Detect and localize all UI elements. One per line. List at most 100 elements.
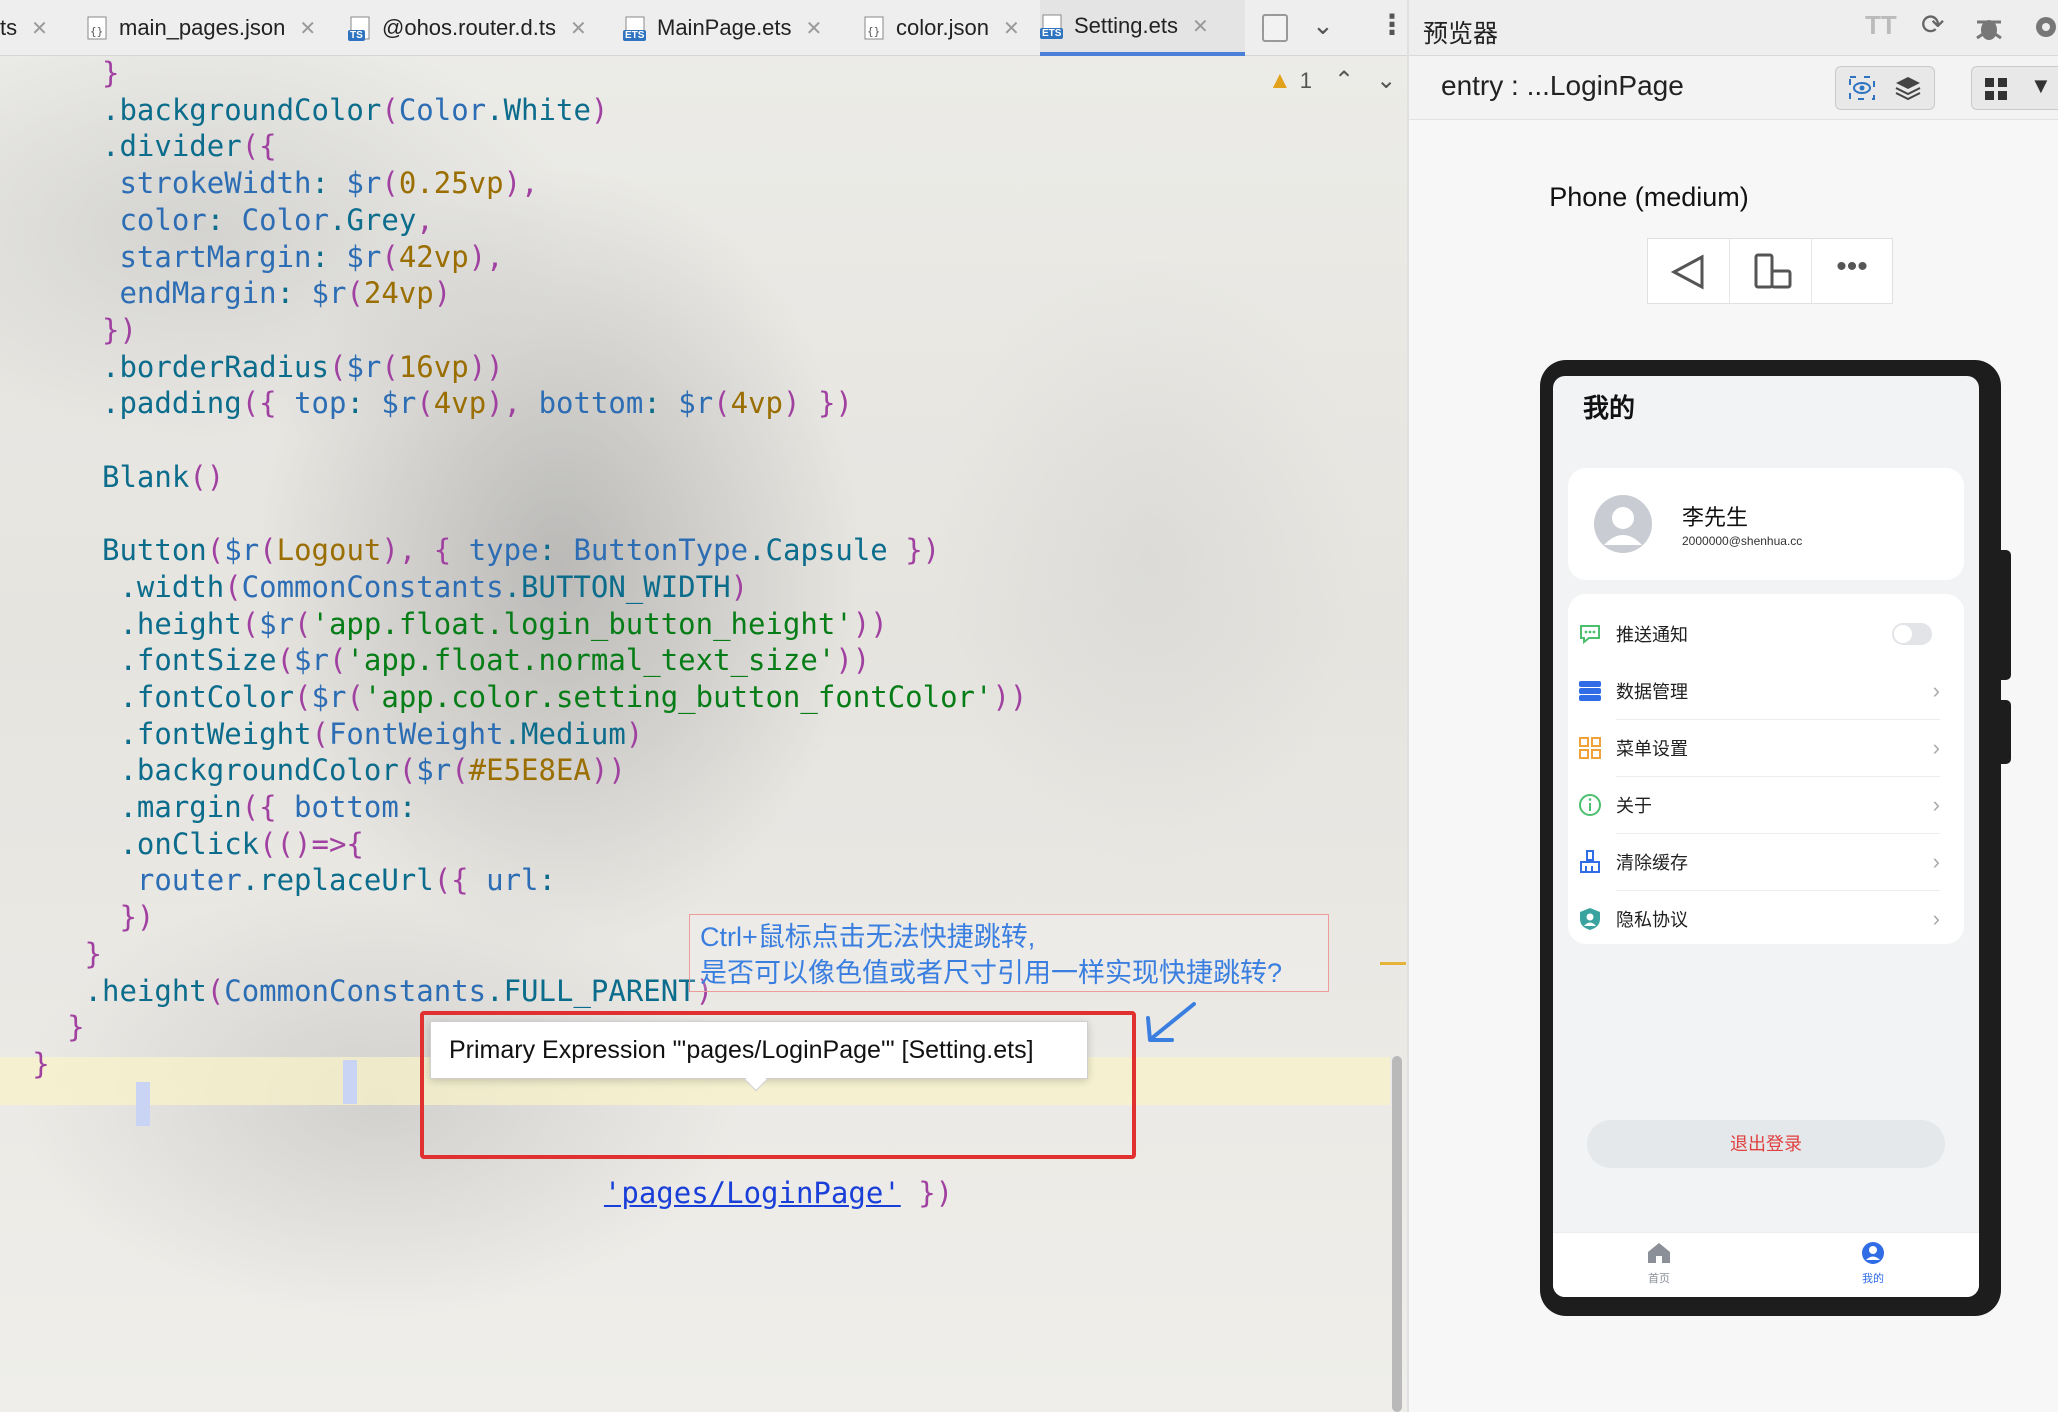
menu-item-data-management[interactable]: 数据管理 ›: [1568, 662, 1964, 719]
menu-label: 关于: [1616, 795, 1652, 816]
menu-label: 隐私协议: [1616, 909, 1688, 930]
menu-item-menu-settings[interactable]: 菜单设置 ›: [1568, 719, 1964, 776]
code-token: ): [590, 92, 609, 127]
code-token: ),: [503, 166, 539, 201]
nav-mine[interactable]: 我的: [1845, 1241, 1901, 1286]
close-icon[interactable]: ✕: [1192, 14, 1209, 39]
code-token: }): [887, 533, 941, 568]
chat-bubble-icon: [1580, 624, 1600, 644]
previewer-title: 预览器: [1423, 20, 1499, 48]
logout-button[interactable]: 退出登录: [1587, 1120, 1945, 1168]
menu-item-privacy[interactable]: 隐私协议 ›: [1568, 890, 1964, 947]
code-token: ({: [433, 863, 487, 898]
code-token: ),: [468, 239, 504, 274]
code-token: }): [119, 900, 155, 935]
svg-text:{}: {}: [867, 25, 880, 38]
code-token: (: [713, 386, 731, 421]
close-icon[interactable]: ✕: [570, 16, 587, 41]
url-close-brace: }): [900, 1176, 954, 1210]
rotate-button[interactable]: [1730, 239, 1812, 303]
json-file-icon: {}: [85, 15, 111, 41]
tab-setting-ets[interactable]: ETS Setting.ets ✕: [1040, 0, 1245, 56]
chevron-right-icon: ›: [1932, 734, 1940, 760]
rotate-device-icon: [1754, 253, 1792, 289]
menu-item-clear-cache[interactable]: 清除缓存 ›: [1568, 833, 1964, 890]
tab-label: main_pages.json: [119, 15, 286, 40]
code-token: top: [294, 386, 347, 421]
code-line[interactable]: Blank(): [102, 453, 224, 501]
svg-text:{}: {}: [90, 25, 103, 38]
tab-color-json[interactable]: {} color.json ✕: [862, 0, 1042, 56]
url-link[interactable]: 'pages/LoginPage': [604, 1176, 901, 1210]
red-highlight-box: [420, 1011, 1136, 1159]
code-token: )): [992, 679, 1028, 714]
home-icon: [1648, 1243, 1670, 1263]
code-line[interactable]: endMargin: $r(24vp): [119, 269, 451, 317]
code-token: bottom: [538, 386, 644, 421]
previewer-toolbar: entry : ...LoginPage ▼: [1409, 56, 2058, 120]
code-line[interactable]: }: [32, 1040, 49, 1088]
chevron-right-icon: ›: [1932, 905, 1940, 931]
code-line[interactable]: router.replaceUrl({ url:: [137, 856, 574, 904]
settings-menu-card: 推送通知 数据管理 › 菜单设置 › 关于 › 清除缓存 › 隐私协议 ›: [1568, 594, 1964, 944]
code-line[interactable]: .padding({ top: $r(4vp), bottom: $r(4vp)…: [102, 379, 853, 427]
user-card[interactable]: 李先生 2000000@shenhua.cc: [1568, 468, 1964, 580]
tab-main-pages-json[interactable]: {} main_pages.json ✕: [85, 0, 335, 56]
close-icon[interactable]: ✕: [1003, 16, 1020, 41]
app-header-title: 我的: [1583, 393, 1636, 423]
nav-home[interactable]: 首页: [1631, 1241, 1687, 1286]
tab-ohos-router[interactable]: TS @ohos.router.d.ts ✕: [348, 0, 600, 56]
nav-label: 首页: [1648, 1273, 1670, 1285]
tab-label: MainPage.ets: [657, 15, 792, 40]
back-button[interactable]: [1648, 239, 1730, 303]
code-line[interactable]: }): [119, 893, 154, 941]
previewer-title-bar: 预览器 TT ⟳: [1409, 0, 2058, 56]
menu-item-about[interactable]: 关于 ›: [1568, 776, 1964, 833]
code-token: }: [67, 1010, 85, 1045]
menu-label: 菜单设置: [1616, 738, 1688, 759]
tab-mainpage-ets[interactable]: ETS MainPage.ets ✕: [623, 0, 833, 56]
code-token: ): [625, 716, 644, 751]
gear-icon[interactable]: [2031, 12, 2058, 42]
font-size-icon[interactable]: TT: [1865, 10, 1897, 41]
code-token: (: [381, 92, 399, 127]
chevron-down-icon[interactable]: ⌄: [1312, 10, 1334, 41]
shield-icon: [1580, 907, 1600, 930]
code-token: #E5E8EA: [468, 753, 591, 788]
chevron-up-icon[interactable]: ⌃: [1334, 66, 1354, 95]
vertical-scrollbar[interactable]: [1392, 1056, 1402, 1412]
phone-screen: 我的 李先生 2000000@shenhua.cc 推送通知 数据管理 › 菜单…: [1553, 376, 1979, 1297]
brace-match-highlight: [343, 1060, 357, 1104]
layers-icon[interactable]: [1894, 75, 1922, 101]
inspection-widget[interactable]: ▲ 1 ⌃ ⌄: [1268, 66, 1396, 95]
refresh-icon[interactable]: ⟳: [1921, 8, 1944, 41]
chevron-down-icon: ▼: [2030, 73, 2052, 98]
code-line[interactable]: }: [67, 1003, 84, 1051]
close-icon[interactable]: ✕: [31, 16, 48, 41]
code-token: $r: [311, 276, 347, 311]
back-triangle-icon: [1670, 254, 1704, 290]
more-options-icon[interactable]: •••: [1812, 239, 1892, 303]
code-token: $r: [381, 386, 417, 421]
code-token: (: [346, 276, 364, 311]
bug-icon[interactable]: [1973, 12, 2005, 44]
code-token: 4vp: [433, 386, 487, 421]
push-toggle[interactable]: [1892, 623, 1932, 645]
menu-item-push-notification[interactable]: 推送通知: [1568, 605, 1964, 662]
close-icon[interactable]: ✕: [299, 16, 316, 41]
code-token: :: [643, 386, 679, 421]
code-editor[interactable]: ts ✕ {} main_pages.json ✕ TS @ohos.router.…: [0, 0, 1407, 1412]
close-icon[interactable]: ✕: [806, 16, 823, 41]
json-file-icon: {}: [862, 15, 888, 41]
ets-badge: ETS: [1040, 28, 1064, 39]
more-tabs-file-icon[interactable]: [1262, 14, 1288, 42]
chevron-down-icon[interactable]: ⌄: [1376, 66, 1396, 95]
code-line[interactable]: .height(CommonConstants.FULL_PARENT): [85, 967, 714, 1015]
layout-menu-button[interactable]: ▼: [1971, 66, 2058, 110]
tab-ts[interactable]: ts ✕: [0, 0, 62, 56]
kebab-menu-icon[interactable]: ⋮: [1378, 8, 1406, 41]
phone-frame: 我的 李先生 2000000@shenhua.cc 推送通知 数据管理 › 菜单…: [1540, 360, 2011, 1316]
code-token: (: [206, 973, 225, 1008]
eye-scan-icon[interactable]: [1848, 75, 1876, 101]
device-controls: •••: [1647, 238, 1893, 304]
